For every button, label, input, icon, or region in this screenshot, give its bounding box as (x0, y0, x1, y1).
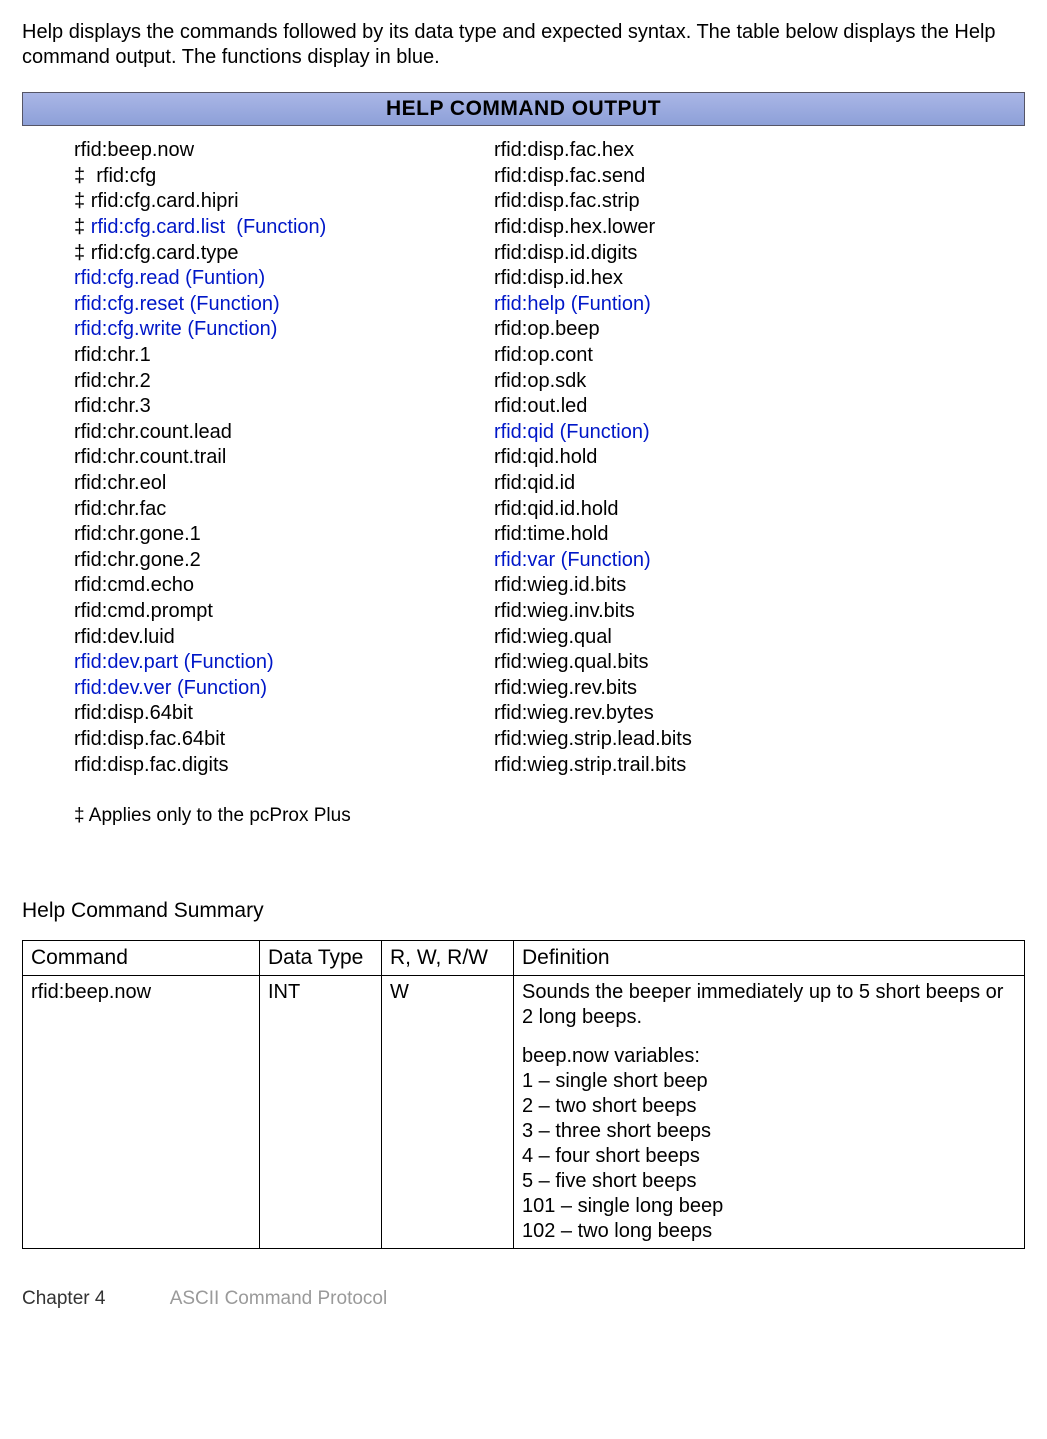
command-line: rfid:var (Function) (494, 548, 914, 574)
command-line: rfid:wieg.strip.trail.bits (494, 753, 914, 779)
command-line: rfid:chr.gone.1 (74, 522, 494, 548)
definition-line: 3 – three short beeps (522, 1119, 1016, 1144)
command-line: rfid:chr.eol (74, 471, 494, 497)
command-line: rfid:disp.fac.hex (494, 138, 914, 164)
command-line: rfid:disp.id.hex (494, 266, 914, 292)
command-line: rfid:wieg.strip.lead.bits (494, 727, 914, 753)
command-line: rfid:qid.id.hold (494, 497, 914, 523)
command-line: rfid:chr.1 (74, 343, 494, 369)
command-line: ‡ rfid:cfg (74, 164, 494, 190)
definition-line: 5 – five short beeps (522, 1169, 1016, 1194)
command-line: rfid:chr.fac (74, 497, 494, 523)
command-line: rfid:wieg.rev.bytes (494, 701, 914, 727)
command-line: rfid:qid.id (494, 471, 914, 497)
command-line: rfid:wieg.qual (494, 625, 914, 651)
command-line: rfid:qid.hold (494, 445, 914, 471)
command-line: rfid:wieg.inv.bits (494, 599, 914, 625)
command-columns: rfid:beep.now‡ rfid:cfg‡ rfid:cfg.card.h… (22, 138, 1025, 778)
command-line: ‡ rfid:cfg.card.type (74, 241, 494, 267)
footer-chapter: Chapter 4 (22, 1288, 105, 1309)
footnote: ‡ Applies only to the pcProx Plus (22, 804, 1025, 828)
footer-section: ASCII Command Protocol (170, 1288, 388, 1309)
command-line: rfid:chr.3 (74, 394, 494, 420)
command-line: rfid:disp.fac.64bit (74, 727, 494, 753)
command-line: rfid:chr.count.trail (74, 445, 494, 471)
cell-datatype: INT (260, 976, 382, 1249)
definition-line: 4 – four short beeps (522, 1144, 1016, 1169)
intro-text: Help displays the commands followed by i… (22, 20, 1025, 70)
definition-line: beep.now variables: (522, 1044, 1016, 1069)
command-line: rfid:wieg.qual.bits (494, 650, 914, 676)
command-line: rfid:cfg.reset (Function) (74, 292, 494, 318)
command-line: rfid:disp.fac.strip (494, 189, 914, 215)
command-line: rfid:disp.id.digits (494, 241, 914, 267)
th-rw: R, W, R/W (382, 941, 514, 976)
help-output-header: HELP COMMAND OUTPUT (22, 92, 1025, 126)
command-line: rfid:wieg.id.bits (494, 573, 914, 599)
command-line: ‡ rfid:cfg.card.list (Function) (74, 215, 494, 241)
command-line: rfid:qid (Function) (494, 420, 914, 446)
command-line: rfid:chr.2 (74, 369, 494, 395)
table-header-row: Command Data Type R, W, R/W Definition (23, 941, 1025, 976)
command-line: ‡ rfid:cfg.card.hipri (74, 189, 494, 215)
cell-command: rfid:beep.now (23, 976, 260, 1249)
summary-title: Help Command Summary (22, 898, 1025, 924)
command-column-left: rfid:beep.now‡ rfid:cfg‡ rfid:cfg.card.h… (74, 138, 494, 778)
command-line: rfid:beep.now (74, 138, 494, 164)
cell-definition: Sounds the beeper immediately up to 5 sh… (514, 976, 1025, 1249)
command-line: rfid:chr.gone.2 (74, 548, 494, 574)
command-line: rfid:dev.part (Function) (74, 650, 494, 676)
command-line: rfid:disp.fac.digits (74, 753, 494, 779)
page-footer: Chapter 4 ASCII Command Protocol (22, 1287, 1025, 1311)
definition-line: Sounds the beeper immediately up to 5 sh… (522, 980, 1016, 1030)
command-line: rfid:cmd.prompt (74, 599, 494, 625)
command-line: rfid:op.sdk (494, 369, 914, 395)
command-line: rfid:wieg.rev.bits (494, 676, 914, 702)
definition-line: 1 – single short beep (522, 1069, 1016, 1094)
command-line: rfid:out.led (494, 394, 914, 420)
command-line: rfid:disp.64bit (74, 701, 494, 727)
command-line: rfid:help (Funtion) (494, 292, 914, 318)
command-column-right: rfid:disp.fac.hexrfid:disp.fac.sendrfid:… (494, 138, 914, 778)
summary-table: Command Data Type R, W, R/W Definition r… (22, 940, 1025, 1249)
definition-line: 2 – two short beeps (522, 1094, 1016, 1119)
command-line: rfid:disp.hex.lower (494, 215, 914, 241)
command-line: rfid:chr.count.lead (74, 420, 494, 446)
command-line: rfid:cfg.write (Function) (74, 317, 494, 343)
definition-line: 101 – single long beep (522, 1194, 1016, 1219)
command-line: rfid:cfg.read (Funtion) (74, 266, 494, 292)
command-line: rfid:dev.luid (74, 625, 494, 651)
command-line: rfid:cmd.echo (74, 573, 494, 599)
th-command: Command (23, 941, 260, 976)
command-line: rfid:dev.ver (Function) (74, 676, 494, 702)
table-row: rfid:beep.now INT W Sounds the beeper im… (23, 976, 1025, 1249)
th-datatype: Data Type (260, 941, 382, 976)
command-line: rfid:disp.fac.send (494, 164, 914, 190)
cell-rw: W (382, 976, 514, 1249)
th-definition: Definition (514, 941, 1025, 976)
definition-line: 102 – two long beeps (522, 1219, 1016, 1244)
command-line: rfid:time.hold (494, 522, 914, 548)
command-line: rfid:op.beep (494, 317, 914, 343)
command-line: rfid:op.cont (494, 343, 914, 369)
